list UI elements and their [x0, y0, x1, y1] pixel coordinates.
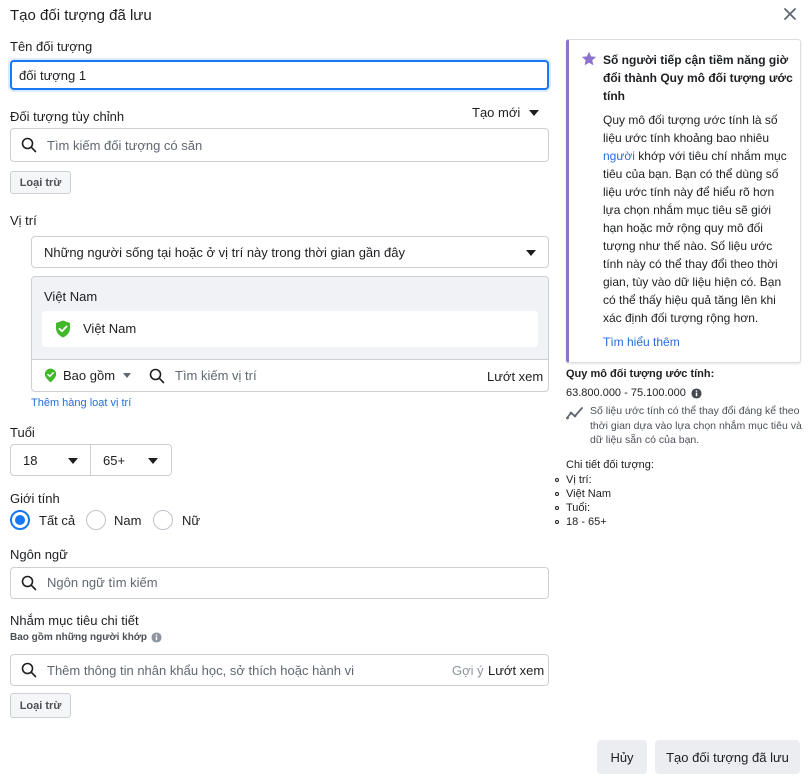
- chevron-down-icon: [68, 458, 78, 464]
- detailed-targeting-label: Nhắm mục tiêu chi tiết: [10, 613, 139, 628]
- create-saved-audience-button[interactable]: Tạo đối tượng đã lưu: [655, 740, 800, 774]
- bullet-icon: [555, 520, 559, 524]
- search-icon: [21, 575, 37, 591]
- list-item-text: Vị trí:: [566, 474, 592, 486]
- list-item-text: Tuổi:: [566, 502, 591, 514]
- gender-option-female: Nữ: [182, 513, 201, 528]
- list-item-text: Việt Nam: [566, 488, 612, 500]
- exclude-custom-audience-button[interactable]: Loại trừ: [10, 171, 71, 194]
- detailed-targeting-sublabel-row: Bao gồm những người khớp: [10, 632, 162, 643]
- trend-line-icon: [566, 407, 583, 420]
- chevron-down-icon: [123, 373, 132, 378]
- language-placeholder: Ngôn ngữ tìm kiếm: [47, 575, 158, 590]
- location-browse-link[interactable]: Lướt xem: [487, 369, 543, 384]
- search-icon: [21, 662, 37, 678]
- detailed-targeting-sublabel: Bao gồm những người khớp: [10, 632, 148, 643]
- country-header: Việt Nam: [44, 289, 98, 304]
- audience-name-label: Tên đối tượng: [10, 39, 93, 54]
- search-icon: [149, 368, 165, 384]
- language-search-input[interactable]: Ngôn ngữ tìm kiếm: [10, 567, 549, 599]
- estimate-label: Quy mô đối tượng ước tính:: [566, 368, 715, 380]
- location-label: Vị trí: [10, 213, 37, 228]
- create-new-label: Tạo mới: [472, 105, 521, 120]
- list-item-text: 18 - 65+: [566, 516, 607, 528]
- location-panel: Việt Nam Việt Nam Bao gồm Tìm kiếm vị tr…: [31, 276, 549, 392]
- estimate-range: 63.800.000 - 75.100.000: [566, 387, 686, 399]
- location-search-input[interactable]: Tìm kiếm vị trí: [175, 368, 257, 383]
- star-icon: [581, 51, 597, 66]
- search-icon: [21, 137, 37, 153]
- estimate-note: Số liệu ước tính có thể thay đổi đáng kể…: [590, 405, 802, 446]
- location-pin-check-icon: [56, 320, 70, 338]
- location-pin-check-icon: [44, 368, 57, 383]
- chevron-down-icon: [529, 109, 540, 116]
- age-max-select[interactable]: 65+: [90, 444, 172, 476]
- chevron-down-icon: [526, 250, 536, 256]
- info-box-title: Số người tiếp cận tiềm năng giờ đổi thàn…: [603, 53, 793, 103]
- learn-more-link[interactable]: Tìm hiểu thêm: [603, 335, 680, 349]
- gender-option-male: Nam: [114, 513, 142, 528]
- age-label: Tuổi: [10, 425, 35, 440]
- detailed-targeting-placeholder: Thêm thông tin nhân khẩu học, sở thích h…: [47, 663, 354, 678]
- audience-details-label: Chi tiết đối tượng:: [566, 459, 654, 471]
- bullet-icon: [555, 478, 559, 482]
- create-new-dropdown[interactable]: Tạo mới: [472, 105, 540, 120]
- people-link[interactable]: người: [603, 149, 635, 163]
- detailed-targeting-search-input[interactable]: Thêm thông tin nhân khẩu học, sở thích h…: [10, 654, 549, 686]
- selected-location-item[interactable]: Việt Nam: [42, 311, 538, 347]
- estimate-range-row: 63.800.000 - 75.100.000: [566, 387, 702, 399]
- bullet-icon: [555, 492, 559, 496]
- custom-audience-search-input[interactable]: Tìm kiếm đối tượng có săn: [10, 128, 549, 162]
- cancel-button[interactable]: Hủy: [597, 740, 647, 774]
- info-icon[interactable]: [691, 387, 702, 399]
- include-dropdown[interactable]: Bao gồm: [44, 368, 132, 383]
- list-item: Vị trí:: [555, 473, 611, 487]
- exclude-detailed-targeting-button[interactable]: Loại trừ: [10, 693, 71, 718]
- gender-option-all: Tất cả: [39, 513, 76, 528]
- custom-audience-label: Đối tượng tùy chỉnh: [10, 109, 125, 124]
- gender-label: Giới tính: [10, 491, 60, 506]
- audience-size-info-box: Số người tiếp cận tiềm năng giờ đổi thàn…: [566, 39, 801, 363]
- bullet-icon: [555, 506, 559, 510]
- info-box-body: Quy mô đối tượng ước tính là số liệu ước…: [603, 111, 793, 327]
- dialog-title: Tạo đối tượng đã lưu: [10, 7, 152, 24]
- gender-radio-all[interactable]: [10, 510, 30, 530]
- bulk-add-locations-link[interactable]: Thêm hàng loạt vị trí: [31, 397, 131, 409]
- chevron-down-icon: [148, 458, 158, 464]
- info-icon[interactable]: [151, 632, 162, 643]
- age-min-select[interactable]: 18: [10, 444, 91, 476]
- location-search-row: Bao gồm Tìm kiếm vị trí Lướt xem: [32, 359, 548, 391]
- selected-location-name: Việt Nam: [83, 321, 137, 336]
- language-label: Ngôn ngữ: [10, 547, 68, 562]
- age-min-value: 18: [23, 453, 38, 468]
- location-type-select[interactable]: Những người sống tại hoặc ở vị trí này t…: [31, 236, 549, 268]
- gender-radio-female[interactable]: [153, 510, 173, 530]
- suggestions-link[interactable]: Gợi ý: [452, 663, 484, 678]
- include-label: Bao gồm: [63, 368, 116, 383]
- audience-name-input[interactable]: đối tượng 1: [10, 60, 549, 90]
- detailed-targeting-browse-link[interactable]: Lướt xem: [488, 663, 544, 678]
- info-box-body-end: khớp với tiêu chí nhắm mục tiêu của bạn.…: [603, 149, 787, 325]
- audience-name-value: đối tượng 1: [19, 68, 87, 83]
- close-icon[interactable]: [781, 5, 799, 23]
- age-max-value: 65+: [103, 453, 126, 468]
- location-type-value: Những người sống tại hoặc ở vị trí này t…: [44, 245, 405, 260]
- custom-audience-placeholder: Tìm kiếm đối tượng có săn: [47, 138, 203, 153]
- list-item: Tuổi:: [555, 501, 611, 515]
- list-item: 18 - 65+: [555, 515, 611, 529]
- list-item: Việt Nam: [555, 487, 611, 501]
- info-box-body-start: Quy mô đối tượng ước tính là số liệu ước…: [603, 113, 778, 145]
- audience-details-list: Vị trí: Việt Nam Tuổi: 18 - 65+: [555, 473, 611, 529]
- gender-radio-male[interactable]: [86, 510, 106, 530]
